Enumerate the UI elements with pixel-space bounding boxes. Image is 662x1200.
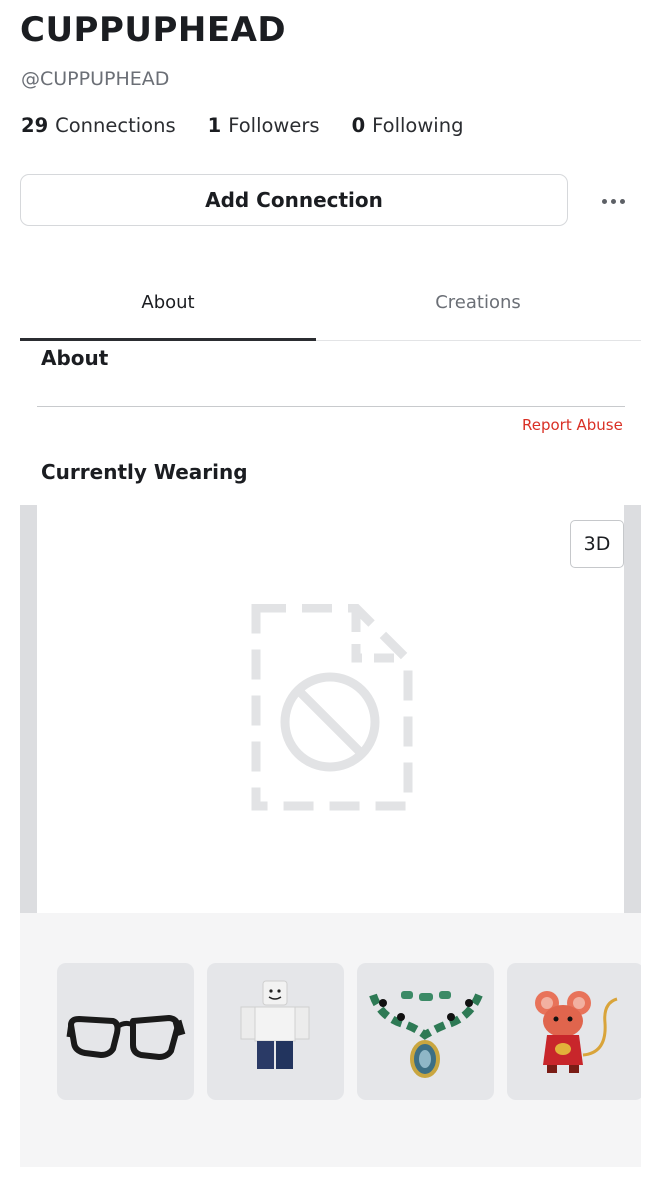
connections-stat[interactable]: 29 Connections (21, 114, 176, 137)
about-heading: About (41, 346, 109, 370)
add-connection-button[interactable]: Add Connection (20, 174, 568, 226)
followers-stat[interactable]: 1 Followers (208, 114, 320, 137)
following-label: Following (372, 114, 464, 137)
image-unavailable-icon (248, 603, 414, 812)
following-stat[interactable]: 0 Following (352, 114, 464, 137)
tab-creations[interactable]: Creations (330, 280, 626, 340)
report-abuse-link[interactable]: Report Abuse (522, 416, 623, 434)
connections-count: 29 (21, 114, 49, 137)
glasses-icon (57, 963, 194, 1100)
ellipsis-icon[interactable] (594, 184, 632, 218)
currently-wearing-heading: Currently Wearing (41, 460, 248, 484)
followers-count: 1 (207, 114, 222, 137)
avatar-shirt-icon (207, 963, 344, 1100)
profile-stats: 29 Connections 1 Followers 0 Following (21, 114, 495, 137)
wearing-item-card[interactable] (507, 963, 641, 1100)
profile-tabs: About Creations (20, 280, 641, 341)
followers-label: Followers (228, 114, 320, 137)
necklace-icon (357, 963, 494, 1100)
wearing-item-card[interactable] (357, 963, 494, 1100)
wearing-items-strip (20, 913, 641, 1167)
mouse-figure-icon (507, 963, 641, 1100)
tab-about[interactable]: About (20, 280, 316, 340)
wearing-item-card[interactable] (57, 963, 194, 1100)
connections-label: Connections (55, 114, 176, 137)
about-divider (37, 406, 625, 407)
following-count: 0 (351, 114, 366, 137)
wearing-item-card[interactable] (207, 963, 344, 1100)
username: @CUPPUPHEAD (21, 68, 170, 90)
display-name: CUPPUPHEAD (20, 10, 287, 50)
3d-toggle-button[interactable]: 3D (570, 520, 624, 568)
active-tab-indicator (20, 338, 316, 341)
